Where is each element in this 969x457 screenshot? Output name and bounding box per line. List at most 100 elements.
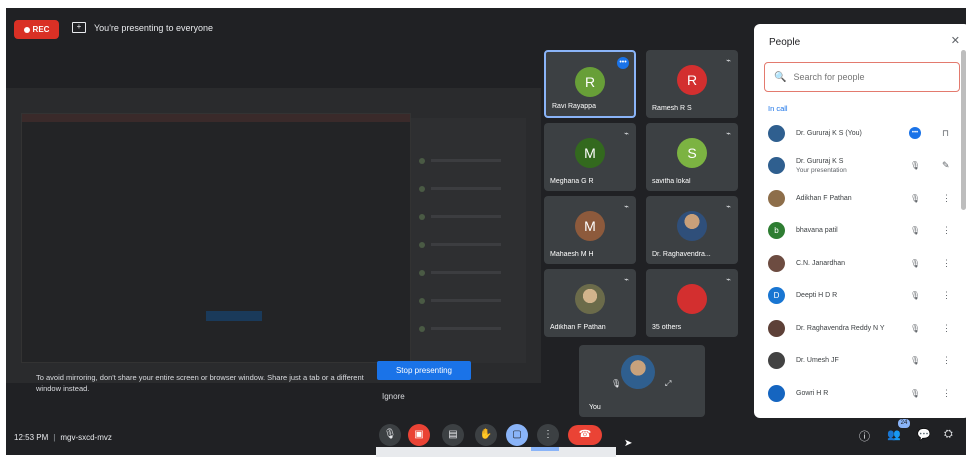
scrollbar[interactable] xyxy=(961,50,966,210)
participant-row[interactable]: b bhavana patil 🎙 ⋮ xyxy=(754,215,966,248)
participant-tile[interactable]: ⌁ Adikhan F Pathan xyxy=(544,269,636,337)
participant-row[interactable]: Dr. Raghavendra Reddy N Y 🎙 ⋮ xyxy=(754,312,966,345)
participant-row-name: Adikhan F Pathan xyxy=(796,194,852,203)
activities-icon[interactable]: ⛭ xyxy=(944,428,953,441)
people-search[interactable]: 🔍 xyxy=(764,62,960,92)
mirroring-warning: To avoid mirroring, don't share your ent… xyxy=(36,373,364,393)
avatar xyxy=(768,352,785,370)
phone-hangup-icon: ☎ xyxy=(578,429,592,440)
stop-presenting-button[interactable]: Stop presenting xyxy=(377,361,471,380)
participant-name: savitha lokal xyxy=(652,178,691,185)
shared-sidebar xyxy=(411,118,526,363)
participant-row-name: bhavana patil xyxy=(796,226,838,235)
participant-name: 35 others xyxy=(652,324,682,331)
more-vert-icon[interactable]: ⋮ xyxy=(942,258,951,269)
participant-row-name: Dr. Gururaj K S (You) xyxy=(796,129,862,138)
participant-tile[interactable]: M ⌁ Meghana G R xyxy=(544,123,636,191)
presenting-text: You're presenting to everyone xyxy=(94,22,213,33)
info-icon[interactable]: ⓘ xyxy=(859,428,870,444)
participant-row[interactable]: Adikhan F Pathan 🎙 ⋮ xyxy=(754,182,966,215)
participant-row-name: Gowri H R xyxy=(796,389,828,398)
more-options-button[interactable]: ⋮ xyxy=(537,424,559,446)
pin-icon[interactable]: ✎ xyxy=(942,160,950,171)
more-vert-icon[interactable]: ⋮ xyxy=(942,323,951,334)
participant-avatar xyxy=(677,284,707,314)
mic-off-icon[interactable]: 🎙 xyxy=(910,291,920,300)
close-icon[interactable]: ✕ xyxy=(951,34,960,47)
avatar xyxy=(768,189,785,207)
avatar xyxy=(768,124,785,142)
shared-document xyxy=(21,113,411,363)
hand-icon: ✋ xyxy=(479,429,493,440)
participant-tile[interactable]: M ⌁ Mahaesh M H xyxy=(544,196,636,264)
mic-button[interactable]: 🎙 xyxy=(379,424,401,446)
participant-tile[interactable]: R ••• Ravi Rayappa xyxy=(544,50,636,118)
presenting-banner: + You're presenting to everyone xyxy=(72,22,213,33)
participant-tile[interactable]: S ⌁ savitha lokal xyxy=(646,123,738,191)
speaking-indicator-icon: ••• xyxy=(617,57,629,69)
captions-button[interactable]: ▤ xyxy=(442,424,464,446)
more-vert-icon[interactable]: ⋮ xyxy=(942,290,951,301)
participant-row-label: Dr. Gururaj K S xyxy=(796,157,844,165)
present-button[interactable]: ▢ xyxy=(506,424,528,446)
pin-icon: ⤢ xyxy=(665,379,672,388)
mic-off-icon[interactable]: 🎙 xyxy=(910,259,920,268)
chat-icon[interactable]: 💬 xyxy=(917,428,931,441)
avatar: b xyxy=(768,222,785,240)
mic-off-icon[interactable]: 🎙 xyxy=(910,226,920,235)
participant-tile[interactable]: ⌁ Dr. Raghavendra... xyxy=(646,196,738,264)
more-vert-icon: ⋮ xyxy=(543,429,553,440)
more-vert-icon[interactable]: ⋮ xyxy=(942,355,951,366)
meeting-time: 12:53 PM xyxy=(14,433,49,442)
present-icon: + xyxy=(72,22,86,33)
participant-name: Mahaesh M H xyxy=(550,251,594,258)
mic-off-icon[interactable]: 🎙 xyxy=(910,356,920,365)
self-name: You xyxy=(589,404,601,411)
people-icon[interactable]: 👥 xyxy=(887,428,901,441)
people-count-badge: 24 xyxy=(898,419,910,428)
self-tile[interactable]: 🎙 ⤢ You xyxy=(579,345,705,417)
participant-row[interactable]: D Deepti H D R 🎙 ⋮ xyxy=(754,280,966,313)
camera-button[interactable]: ▣ xyxy=(408,424,430,446)
more-vert-icon[interactable]: ⋮ xyxy=(942,193,951,204)
participant-avatar: S xyxy=(677,138,707,168)
present-screen-icon: ▢ xyxy=(512,429,522,440)
participant-row-label: Gowri H R xyxy=(796,389,829,397)
search-input[interactable] xyxy=(793,72,944,82)
participant-row[interactable]: Dr. Umesh JF 🎙 ⋮ xyxy=(754,345,966,378)
mouse-pointer-icon: ➤ xyxy=(624,438,633,449)
participant-tile[interactable]: R ⌁ Ramesh R S xyxy=(646,50,738,118)
participant-row-name: C.N. Janardhan xyxy=(796,259,845,268)
shared-screen xyxy=(6,88,541,383)
participant-row-label: Deepti H D R xyxy=(796,292,838,300)
participant-name: Adikhan F Pathan xyxy=(550,324,606,331)
participant-avatar: R xyxy=(575,67,605,97)
participant-tile[interactable]: ⌁ 35 others xyxy=(646,269,738,337)
more-vert-icon[interactable]: ⋮ xyxy=(942,388,951,399)
mic-off-icon[interactable]: 🎙 xyxy=(910,161,920,170)
participant-avatar xyxy=(677,211,707,241)
avatar xyxy=(768,157,785,175)
participant-row-label: Adikhan F Pathan xyxy=(796,194,852,202)
raise-hand-button[interactable]: ✋ xyxy=(475,424,497,446)
participant-avatar: M xyxy=(575,211,605,241)
participant-row-label: Dr. Gururaj K S (You) xyxy=(796,129,862,137)
mic-off-icon: ⌁ xyxy=(726,275,731,284)
participant-row[interactable]: C.N. Janardhan 🎙 ⋮ xyxy=(754,247,966,280)
mic-off-icon[interactable]: 🎙 xyxy=(910,194,920,203)
participant-row[interactable]: Dr. Gururaj K S Your presentation 🎙 ✎ xyxy=(754,150,966,183)
in-call-heading: In call xyxy=(768,104,788,113)
camera-off-icon: ▣ xyxy=(414,429,424,440)
participant-name: Dr. Raghavendra... xyxy=(652,251,711,258)
avatar xyxy=(768,319,785,337)
ignore-button[interactable]: Ignore xyxy=(382,392,405,401)
participant-row[interactable]: Dr. Gururaj K S (You) ••• ⊓ xyxy=(754,117,966,150)
mic-off-icon[interactable]: 🎙 xyxy=(910,389,920,398)
speaking-indicator-icon: ••• xyxy=(909,127,921,140)
pin-icon[interactable]: ⊓ xyxy=(942,128,949,139)
end-call-button[interactable]: ☎ xyxy=(568,425,602,445)
more-vert-icon[interactable]: ⋮ xyxy=(942,225,951,236)
participant-row[interactable]: Gowri H R 🎙 ⋮ xyxy=(754,377,966,410)
mic-off-icon: ⌁ xyxy=(624,129,629,138)
mic-off-icon[interactable]: 🎙 xyxy=(910,324,920,333)
